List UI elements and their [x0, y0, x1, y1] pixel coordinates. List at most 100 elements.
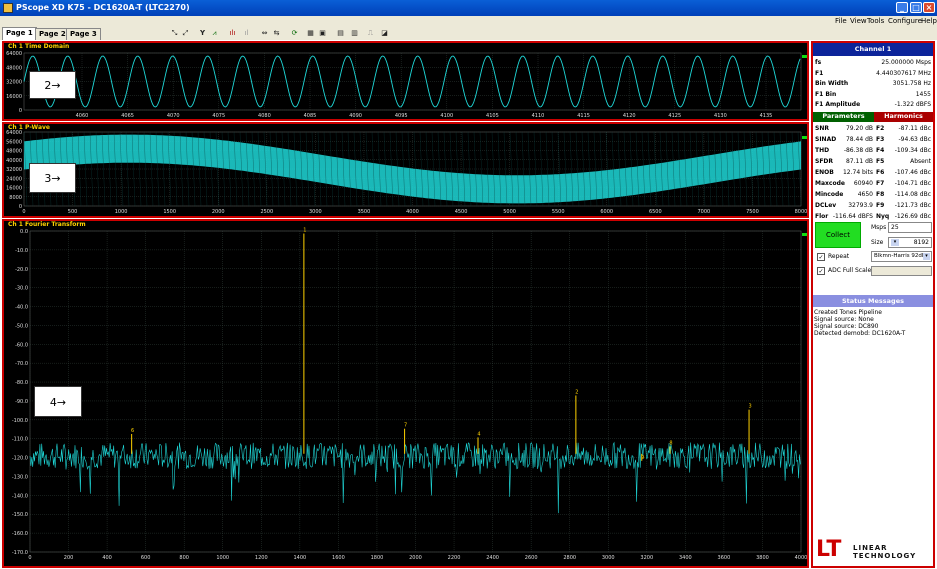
tool-export-icon[interactable]: ◪	[380, 29, 389, 37]
fourier-transform-plot[interactable]: Ch 1 Fourier Transform 0.0 -10.0 -20.0 -30.…	[2, 219, 809, 568]
tool-chart-icon[interactable]: ▣	[318, 29, 327, 37]
harmonic-value: -126.69 dBc	[894, 213, 931, 220]
window-select[interactable]: Blkmn-Harris 92dB ▾	[871, 251, 932, 262]
time-domain-plot[interactable]: Ch 1 Time Domain 64000 48000 32000 16000 0 40…	[2, 41, 809, 121]
tool-pan-icon[interactable]: ⤢	[181, 29, 190, 37]
legend-swatch	[802, 233, 807, 236]
close-button[interactable]: ×	[923, 2, 935, 13]
channel-header: Channel 1	[813, 43, 933, 56]
status-header: Status Messages	[813, 295, 933, 307]
tool-wave-icon[interactable]: ⩘	[210, 29, 219, 37]
minimize-button[interactable]: _	[896, 2, 908, 13]
tool-refresh-icon[interactable]: ⟳	[290, 29, 299, 37]
x-tick-label: 4500	[455, 209, 468, 215]
y-tick-label: 32000	[6, 167, 22, 173]
x-tick-label: 800	[179, 555, 189, 561]
parameter-value: -86.38 dB	[843, 147, 873, 154]
tool-print-icon[interactable]: ▥	[350, 29, 359, 37]
y-tick-label: 0	[19, 108, 22, 114]
tool-arrow-icon[interactable]: ⇆	[272, 29, 281, 37]
fft-marker-label: 4	[477, 431, 480, 437]
menu-view[interactable]: View	[850, 16, 867, 27]
y-tick-label: -160.0	[12, 531, 28, 537]
y-tick-label: -30.0	[15, 286, 28, 292]
x-tick-label: 4080	[258, 113, 271, 119]
x-tick-label: 2600	[525, 555, 538, 561]
x-tick-label: 7000	[698, 209, 711, 215]
right-panel: Channel 1 fs 25.000000 Msps F1 4.440307617 …	[811, 41, 935, 568]
fft-marker-label: 9	[641, 455, 644, 461]
parameter-value: 12.74 bits	[842, 169, 873, 176]
parameter-value: 60940	[853, 180, 873, 187]
window-dropdown-icon[interactable]: ▾	[923, 253, 930, 260]
adc-full-scale-checkbox[interactable]: ✓	[817, 267, 825, 275]
tool-expand-icon[interactable]: ⇔	[260, 29, 269, 37]
harmonic-value: -104.71 dBc	[894, 180, 931, 187]
y-tick-label: 40000	[6, 158, 22, 164]
x-tick-label: 1200	[255, 555, 268, 561]
y-tick-label: 16000	[6, 94, 22, 100]
maximize-button[interactable]: □	[910, 2, 922, 13]
adc-full-scale-label: ADC Full Scale	[828, 267, 872, 274]
parameters-header: Parameters	[813, 112, 874, 122]
tool-pulse-icon[interactable]: ⎍	[366, 29, 375, 37]
menu-file[interactable]: File	[835, 16, 847, 27]
x-tick-label: 1600	[332, 555, 345, 561]
collect-button[interactable]: Collect	[815, 222, 861, 248]
tool-filter-icon[interactable]: Y	[198, 29, 207, 37]
fft-marker-label: 8	[669, 440, 672, 446]
y-tick-label: -80.0	[15, 380, 28, 386]
x-tick-label: 200	[64, 555, 74, 561]
x-tick-label: 4115	[577, 113, 590, 119]
y-tick-label: -100.0	[12, 418, 28, 424]
y-tick-label: -60.0	[15, 342, 28, 348]
status-message: Signal source: DC890	[814, 323, 879, 330]
msps-label: Msps	[871, 224, 887, 231]
x-tick-label: 2000	[409, 555, 422, 561]
y-tick-label: -10.0	[15, 248, 28, 254]
status-message: Created Tones Pipeline	[814, 309, 882, 316]
linear-technology-logo: LT LINEAR TECHNOLOGY	[813, 536, 933, 566]
x-tick-label: 4135	[760, 113, 773, 119]
size-dropdown-icon[interactable]: ▾	[891, 239, 899, 246]
x-tick-label: 3800	[756, 555, 769, 561]
x-tick-label: 2000	[212, 209, 225, 215]
callout-4: 4→	[34, 386, 82, 417]
tool-bars-icon[interactable]: ıl	[242, 29, 251, 37]
x-tick-label: 8000	[795, 209, 807, 215]
x-tick-label: 1800	[371, 555, 384, 561]
repeat-checkbox[interactable]: ✓	[817, 253, 825, 261]
size-select[interactable]: ▾ 8192	[888, 237, 932, 248]
harmonic-value: -107.46 dBc	[894, 169, 931, 176]
tab-page-1[interactable]: Page 1	[2, 27, 37, 40]
logo-text: LINEAR TECHNOLOGY	[853, 544, 917, 560]
x-tick-label: 0	[28, 555, 31, 561]
tab-page-2[interactable]: Page 2	[35, 28, 70, 40]
x-tick-label: 3000	[602, 555, 615, 561]
tool-histogram-icon[interactable]: ılı	[228, 29, 237, 37]
x-tick-label: 2200	[448, 555, 461, 561]
y-tick-label: 48000	[6, 65, 22, 71]
channel-row-value: 1455	[915, 90, 931, 98]
y-tick-label: -170.0	[12, 550, 28, 556]
tool-zoom-icon[interactable]: ⤡	[170, 29, 179, 37]
menu-help[interactable]: Help	[921, 16, 937, 27]
y-tick-label: -150.0	[12, 512, 28, 518]
tool-save-icon[interactable]: ▤	[336, 29, 345, 37]
menu-configure[interactable]: Configure	[888, 16, 922, 27]
tab-page-3[interactable]: Page 3	[66, 28, 101, 40]
adc-full-scale-field	[871, 266, 932, 276]
y-tick-label: -40.0	[15, 305, 28, 311]
x-tick-label: 5000	[503, 209, 516, 215]
tool-grid-icon[interactable]: ▦	[306, 29, 315, 37]
status-messages: Created Tones Pipeline Signal source: No…	[814, 309, 932, 337]
y-tick-label: -110.0	[12, 437, 28, 443]
x-tick-label: 6500	[649, 209, 662, 215]
x-tick-label: 600	[141, 555, 151, 561]
x-tick-label: 2400	[486, 555, 499, 561]
y-tick-label: -140.0	[12, 493, 28, 499]
menu-tools[interactable]: Tools	[867, 16, 884, 27]
msps-input[interactable]: 25	[888, 222, 932, 233]
y-tick-label: 48000	[6, 149, 22, 155]
p-wave-plot[interactable]: Ch 1 P-Wave 64000 56000 48000 40000 32000 240…	[2, 122, 809, 218]
